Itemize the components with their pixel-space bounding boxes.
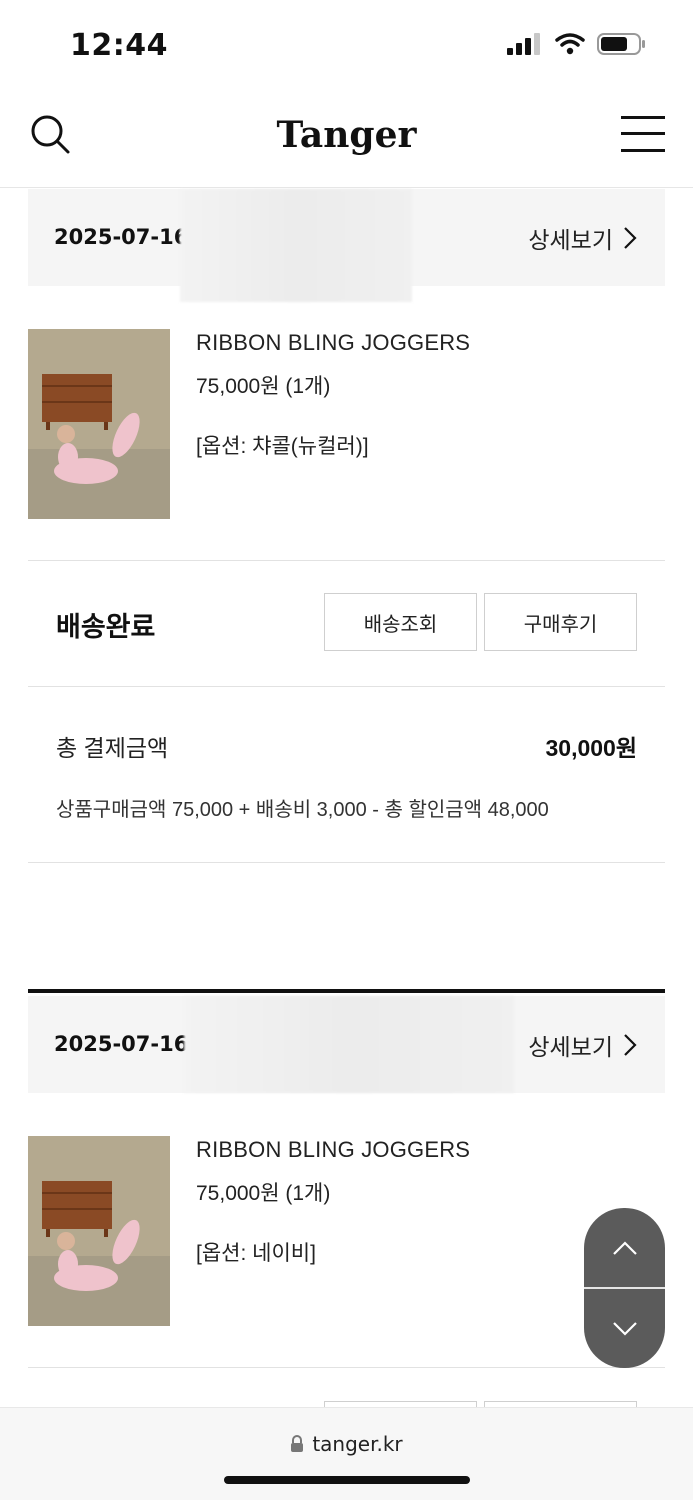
product-price: 75,000원 (1개): [196, 375, 331, 398]
status-time: 12:44: [70, 28, 168, 63]
order-card: 2025-07-16 상세보기 RIBBON BLING JOGGERS 75,…: [28, 189, 665, 863]
hamburger-menu-button[interactable]: [621, 114, 665, 154]
chevron-right-icon: [624, 227, 637, 249]
total-value: 30,000원: [545, 735, 637, 761]
track-delivery-button[interactable]: 배송조회: [324, 593, 477, 651]
chevron-up-icon: [612, 1241, 637, 1255]
product-name[interactable]: RIBBON BLING JOGGERS: [196, 1137, 470, 1163]
battery-icon: [597, 33, 645, 55]
status-icons: [507, 32, 647, 56]
status-bar: 12:44: [0, 0, 693, 92]
scroll-top-button[interactable]: [584, 1208, 665, 1288]
scroll-controls: [584, 1208, 665, 1368]
write-review-button[interactable]: 구매후기: [484, 593, 637, 651]
order-detail-link[interactable]: 상세보기: [528, 1028, 637, 1062]
wifi-icon: [555, 33, 585, 55]
order-date: 2025-07-16: [54, 1032, 189, 1056]
order-date: 2025-07-16: [54, 225, 189, 249]
order-header: 2025-07-16 상세보기: [28, 996, 665, 1093]
product-image: [28, 329, 170, 519]
signal-icon: [507, 33, 540, 55]
total-label: 총 결제금액: [56, 735, 169, 761]
hamburger-menu-icon: [621, 116, 665, 119]
product-thumbnail[interactable]: [28, 1136, 170, 1326]
product-price: 75,000원 (1개): [196, 1182, 331, 1205]
site-logo[interactable]: Tanger: [0, 114, 693, 156]
delivery-status-row: 배송완료 배송조회 구매후기: [28, 561, 665, 687]
detail-label: 상세보기: [528, 1034, 613, 1060]
site-header: Tanger: [0, 92, 693, 188]
order-product: RIBBON BLING JOGGERS 75,000원 (1개) [옵션: 네…: [28, 1093, 665, 1368]
url-display[interactable]: tanger.kr: [0, 1432, 693, 1456]
detail-label: 상세보기: [528, 227, 613, 253]
order-divider: [28, 989, 665, 993]
payment-total: 총 결제금액 30,000원 상품구매금액 75,000 + 배송비 3,000…: [28, 687, 665, 863]
lock-icon: [291, 1435, 304, 1452]
product-name[interactable]: RIBBON BLING JOGGERS: [196, 330, 470, 356]
url-text: tanger.kr: [312, 1432, 403, 1456]
home-indicator[interactable]: [224, 1476, 470, 1484]
scroll-bottom-button[interactable]: [584, 1289, 665, 1368]
delivery-status: 배송완료: [56, 612, 156, 642]
chevron-right-icon: [624, 1034, 637, 1056]
product-thumbnail[interactable]: [28, 329, 170, 519]
order-detail-link[interactable]: 상세보기: [528, 221, 637, 255]
order-card: 2025-07-16 상세보기 RIBBON BLING JOGGERS 75,…: [28, 996, 665, 1368]
product-option: [옵션: 네이비]: [196, 1242, 316, 1265]
browser-address-bar: tanger.kr: [0, 1407, 693, 1500]
product-option: [옵션: 챠콜(뉴컬러)]: [196, 435, 369, 458]
chevron-down-icon: [612, 1322, 637, 1336]
order-header: 2025-07-16 상세보기: [28, 189, 665, 302]
total-breakdown: 상품구매금액 75,000 + 배송비 3,000 - 총 할인금액 48,00…: [56, 799, 549, 821]
product-image: [28, 1136, 170, 1326]
order-product: RIBBON BLING JOGGERS 75,000원 (1개) [옵션: 챠…: [28, 286, 665, 561]
redacted-area: [184, 996, 514, 1093]
